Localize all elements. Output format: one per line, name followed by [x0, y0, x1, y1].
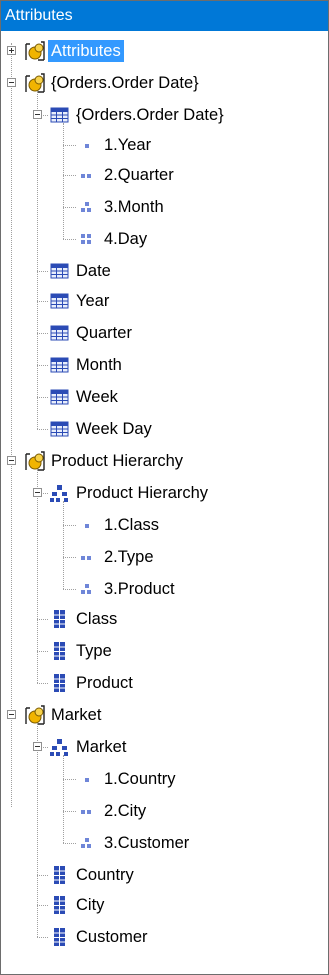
- level-3-icon: [77, 196, 99, 218]
- tree-node-orders-order-date[interactable]: {Orders.Order Date}: [1, 67, 328, 99]
- tree-node-label: {Orders.Order Date}: [51, 74, 199, 92]
- tree-node-label: Product Hierarchy: [76, 484, 209, 502]
- tree-node-label: Product: [76, 674, 133, 692]
- level-2-icon: [77, 164, 99, 186]
- tree-node-country[interactable]: Country: [1, 859, 328, 891]
- tree-node-label: City: [76, 896, 105, 914]
- attribute-icon: [49, 640, 71, 662]
- tree-node-class[interactable]: Class: [1, 603, 328, 635]
- dimension-icon: [24, 450, 46, 472]
- tree-node-label: Customer: [76, 928, 148, 946]
- level-2-icon: [77, 800, 99, 822]
- tree-node-market[interactable]: Market: [1, 699, 328, 731]
- tree-node-label: 1.Country: [104, 770, 176, 788]
- tree-node-4-day[interactable]: 4.Day: [1, 223, 328, 255]
- collapse-minus-icon[interactable]: [7, 78, 16, 87]
- table-icon: [49, 322, 71, 344]
- tree-node-product-hierarchy[interactable]: Product Hierarchy: [1, 477, 328, 509]
- attributes-panel: Attributes Attributes {Orders.Order Date}…: [0, 0, 329, 975]
- tree-node-label: Market: [76, 738, 127, 756]
- tree-node-label: Market: [51, 706, 102, 724]
- tree-node-2-city[interactable]: 2.City: [1, 795, 328, 827]
- level-2-icon: [77, 546, 99, 568]
- tree-node-date[interactable]: Date: [1, 255, 328, 287]
- collapse-minus-icon[interactable]: [7, 456, 16, 465]
- tree-node-city[interactable]: City: [1, 889, 328, 921]
- tree-node-label: Type: [76, 642, 112, 660]
- attributes-tree[interactable]: Attributes {Orders.Order Date} {Orders.Ord…: [1, 33, 328, 974]
- tree-node-attributes[interactable]: Attributes: [1, 35, 328, 67]
- level-4-icon: [77, 228, 99, 250]
- table-icon: [49, 104, 71, 126]
- tree-node-2-type[interactable]: 2.Type: [1, 541, 328, 573]
- tree-node-3-month[interactable]: 3.Month: [1, 191, 328, 223]
- table-icon: [49, 290, 71, 312]
- tree-node-market[interactable]: Market: [1, 731, 328, 763]
- collapse-minus-icon[interactable]: [33, 742, 42, 751]
- tree-node-year[interactable]: Year: [1, 285, 328, 317]
- dimension-icon: [24, 40, 46, 62]
- table-icon: [49, 354, 71, 376]
- level-1-icon: [77, 768, 99, 790]
- panel-title: Attributes: [1, 1, 328, 31]
- table-icon: [49, 386, 71, 408]
- tree-node-label: 1.Class: [104, 516, 160, 534]
- table-icon: [49, 260, 71, 282]
- tree-node-label: 2.City: [104, 802, 147, 820]
- hierarchy-icon: [49, 736, 71, 758]
- tree-node-type[interactable]: Type: [1, 635, 328, 667]
- tree-node-label: {Orders.Order Date}: [76, 106, 224, 124]
- tree-node-orders-order-date[interactable]: {Orders.Order Date}: [1, 99, 328, 131]
- tree-node-1-class[interactable]: 1.Class: [1, 509, 328, 541]
- tree-node-customer[interactable]: Customer: [1, 921, 328, 953]
- tree-node-label: 2.Quarter: [104, 166, 174, 184]
- tree-node-label: Class: [76, 610, 118, 628]
- collapse-minus-icon[interactable]: [7, 710, 16, 719]
- tree-node-product-hierarchy[interactable]: Product Hierarchy: [1, 445, 328, 477]
- tree-node-label: Week Day: [76, 420, 152, 438]
- level-3-icon: [77, 832, 99, 854]
- tree-node-week[interactable]: Week: [1, 381, 328, 413]
- level-1-icon: [77, 134, 99, 156]
- tree-node-3-customer[interactable]: 3.Customer: [1, 827, 328, 859]
- dimension-icon: [24, 704, 46, 726]
- tree-node-label: 3.Product: [104, 580, 175, 598]
- attribute-icon: [49, 926, 71, 948]
- hierarchy-icon: [49, 482, 71, 504]
- collapse-minus-icon[interactable]: [33, 110, 42, 119]
- tree-node-label: 4.Day: [104, 230, 148, 248]
- tree-node-1-country[interactable]: 1.Country: [1, 763, 328, 795]
- tree-node-label: 1.Year: [104, 136, 152, 154]
- tree-node-label: Month: [76, 356, 122, 374]
- tree-node-label: Product Hierarchy: [51, 452, 184, 470]
- tree-node-label: Country: [76, 866, 134, 884]
- table-icon: [49, 418, 71, 440]
- tree-node-label: 2.Type: [104, 548, 154, 566]
- tree-node-quarter[interactable]: Quarter: [1, 317, 328, 349]
- dimension-icon: [24, 72, 46, 94]
- expand-plus-icon[interactable]: [7, 46, 16, 55]
- attribute-icon: [49, 608, 71, 630]
- tree-node-week-day[interactable]: Week Day: [1, 413, 328, 445]
- level-3-icon: [77, 578, 99, 600]
- tree-node-label: Attributes: [48, 40, 124, 62]
- tree-node-label: 3.Month: [104, 198, 164, 216]
- tree-node-product[interactable]: Product: [1, 667, 328, 699]
- attribute-icon: [49, 864, 71, 886]
- level-1-icon: [77, 514, 99, 536]
- tree-node-month[interactable]: Month: [1, 349, 328, 381]
- tree-node-label: Date: [76, 262, 111, 280]
- tree-node-label: Year: [76, 292, 110, 310]
- tree-node-label: Quarter: [76, 324, 132, 342]
- tree-node-label: Week: [76, 388, 118, 406]
- tree-node-3-product[interactable]: 3.Product: [1, 573, 328, 605]
- tree-node-1-year[interactable]: 1.Year: [1, 129, 328, 161]
- tree-node-label: 3.Customer: [104, 834, 190, 852]
- collapse-minus-icon[interactable]: [33, 488, 42, 497]
- attribute-icon: [49, 672, 71, 694]
- tree-node-2-quarter[interactable]: 2.Quarter: [1, 159, 328, 191]
- attribute-icon: [49, 894, 71, 916]
